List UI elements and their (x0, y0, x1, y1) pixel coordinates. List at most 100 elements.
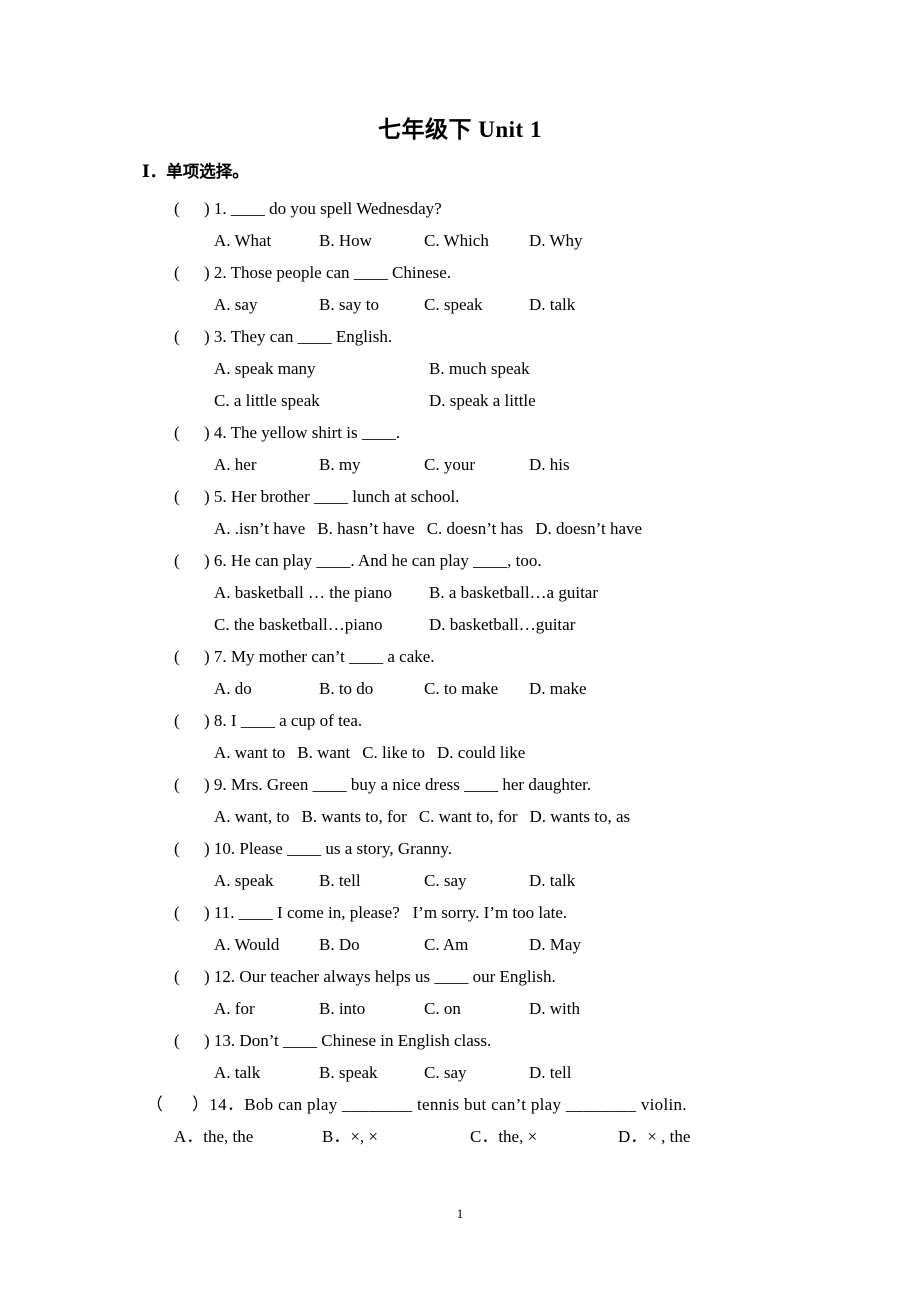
answer-option[interactable]: B. How (319, 225, 424, 257)
answer-option[interactable]: D. with (529, 993, 580, 1025)
question-item: () 10. Please ____ us a story, Granny. A.… (0, 833, 920, 897)
answer-bracket[interactable]: ( (174, 1025, 204, 1057)
answer-bracket[interactable]: ( (174, 545, 204, 577)
answer-option[interactable]: A. do (214, 673, 319, 705)
question-text: ____ I come in, please? I’m sorry. I’m t… (238, 903, 568, 922)
answer-option[interactable]: B. Do (319, 929, 424, 961)
answer-option[interactable]: C. say (424, 865, 529, 897)
answer-option[interactable]: D. doesn’t have (535, 513, 642, 545)
question-stem-row: () 3. They can ____ English. (0, 321, 920, 353)
answer-bracket[interactable]: ( (174, 417, 204, 449)
option-row: A. Would B. Do C. Am D. May (0, 929, 920, 961)
answer-bracket[interactable]: ( (174, 193, 204, 225)
answer-option[interactable]: B. speak (319, 1057, 424, 1089)
answer-option[interactable]: A. want to (214, 737, 285, 769)
answer-option[interactable]: A. Would (214, 929, 319, 961)
answer-option[interactable]: C. to make (424, 673, 529, 705)
answer-option[interactable]: C．the, × (470, 1121, 618, 1153)
question-number: ) 2. (204, 263, 231, 282)
answer-bracket[interactable]: ( (174, 641, 204, 673)
answer-bracket[interactable]: ( (174, 481, 204, 513)
option-row: A. want to B. want C. like to D. could like (0, 737, 920, 769)
answer-option[interactable]: A. talk (214, 1057, 319, 1089)
answer-option[interactable]: D. his (529, 449, 570, 481)
question-item: () 5. Her brother ____ lunch at school. A… (0, 481, 920, 545)
option-row: C. the basketball…piano D. basketball…gui… (0, 609, 920, 641)
answer-option[interactable]: C. Which (424, 225, 529, 257)
answer-option[interactable]: D. speak a little (429, 385, 536, 417)
question-item: () 8. I ____ a cup of tea. A. want to B. w… (0, 705, 920, 769)
answer-option[interactable]: C. say (424, 1057, 529, 1089)
option-row: A. talk B. speak C. say D. tell (0, 1057, 920, 1089)
answer-option[interactable]: B. hasn’t have (317, 513, 414, 545)
question-stem-row: () 4. The yellow shirt is ____. (0, 417, 920, 449)
answer-option[interactable]: C. speak (424, 289, 529, 321)
answer-option[interactable]: A．the, the (174, 1121, 322, 1153)
question-item: () 9. Mrs. Green ____ buy a nice dress _… (0, 769, 920, 833)
question-stem-row: () 7. My mother can’t ____ a cake. (0, 641, 920, 673)
answer-option[interactable]: C. on (424, 993, 529, 1025)
answer-option[interactable]: D. wants to, as (530, 801, 631, 833)
question-text: Her brother ____ lunch at school. (230, 487, 460, 506)
answer-option[interactable]: C. the basketball…piano (214, 609, 429, 641)
option-row: A. .isn’t have B. hasn’t have C. doesn’t h… (0, 513, 920, 545)
answer-option[interactable]: D. tell (529, 1057, 572, 1089)
page-number: 1 (456, 1206, 464, 1221)
question-stem-row: () 12. Our teacher always helps us ____ … (0, 961, 920, 993)
answer-option[interactable]: B. into (319, 993, 424, 1025)
answer-bracket[interactable]: ( (174, 769, 204, 801)
answer-option[interactable]: B. want (297, 737, 350, 769)
answer-option[interactable]: C. your (424, 449, 529, 481)
answer-option[interactable]: D. could like (437, 737, 525, 769)
answer-option[interactable]: B. wants to, for (302, 801, 407, 833)
answer-option[interactable]: C. doesn’t has (427, 513, 524, 545)
answer-bracket[interactable]: ( (174, 705, 204, 737)
answer-option[interactable]: B. say to (319, 289, 424, 321)
answer-option[interactable]: B. a basketball…a guitar (429, 577, 598, 609)
answer-option[interactable]: D. Why (529, 225, 583, 257)
answer-bracket[interactable]: （ (146, 1089, 192, 1121)
question-number: ) 11. (204, 903, 239, 922)
question-item: () 6. He can play ____. And he can play … (0, 545, 920, 641)
question-item: () 13. Don’t ____ Chinese in English cla… (0, 1025, 920, 1089)
answer-option[interactable]: A. her (214, 449, 319, 481)
answer-option[interactable]: D. basketball…guitar (429, 609, 575, 641)
answer-option[interactable]: B．×, × (322, 1121, 470, 1153)
answer-option[interactable]: A. say (214, 289, 319, 321)
answer-option[interactable]: A. speak many (214, 353, 429, 385)
question-item: () 3. They can ____ English. A. speak man… (0, 321, 920, 417)
question-item: () 7. My mother can’t ____ a cake. A. do B… (0, 641, 920, 705)
question-text: Our teacher always helps us ____ our Eng… (239, 967, 556, 986)
answer-option[interactable]: C. a little speak (214, 385, 429, 417)
answer-option[interactable]: C. like to (362, 737, 425, 769)
answer-option[interactable]: A. for (214, 993, 319, 1025)
answer-option[interactable]: B. tell (319, 865, 424, 897)
answer-option[interactable]: A. basketball … the piano (214, 577, 429, 609)
answer-option[interactable]: A. What (214, 225, 319, 257)
answer-option[interactable]: B. my (319, 449, 424, 481)
question-stem-row: （）14．Bob can play ________ tennis but ca… (0, 1089, 920, 1121)
question-text: I ____ a cup of tea. (230, 711, 363, 730)
answer-bracket[interactable]: ( (174, 833, 204, 865)
answer-option[interactable]: D. May (529, 929, 581, 961)
answer-option[interactable]: D. make (529, 673, 587, 705)
answer-option[interactable]: D. talk (529, 865, 575, 897)
answer-bracket[interactable]: ( (174, 257, 204, 289)
answer-option[interactable]: C. Am (424, 929, 529, 961)
answer-option[interactable]: A. .isn’t have (214, 513, 305, 545)
answer-bracket[interactable]: ( (174, 321, 204, 353)
answer-option[interactable]: D. talk (529, 289, 575, 321)
question-text: Don’t ____ Chinese in English class. (239, 1031, 492, 1050)
question-stem-row: () 8. I ____ a cup of tea. (0, 705, 920, 737)
answer-option[interactable]: B. much speak (429, 353, 530, 385)
answer-bracket[interactable]: ( (174, 961, 204, 993)
answer-option[interactable]: A. want, to (214, 801, 290, 833)
answer-option[interactable]: B. to do (319, 673, 424, 705)
option-row: A. basketball … the piano B. a basketball… (0, 577, 920, 609)
answer-bracket[interactable]: ( (174, 897, 204, 929)
answer-option[interactable]: A. speak (214, 865, 319, 897)
answer-option[interactable]: D．× , the (618, 1121, 690, 1153)
answer-option[interactable]: C. want to, for (419, 801, 518, 833)
question-stem-row: () 9. Mrs. Green ____ buy a nice dress _… (0, 769, 920, 801)
question-item: () 11. ____ I come in, please? I’m sorry… (0, 897, 920, 961)
